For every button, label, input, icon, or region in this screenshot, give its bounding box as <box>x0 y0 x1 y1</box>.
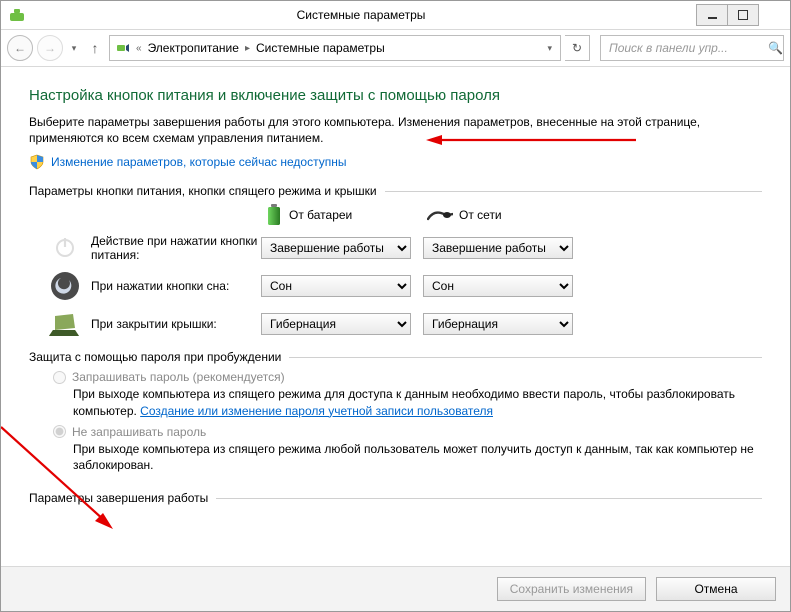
intro-text: Выберите параметры завершения работы для… <box>29 114 762 146</box>
col-ac-label: От сети <box>459 208 502 222</box>
lid-icon <box>49 308 81 340</box>
row-lid: При закрытии крышки: Гибернация Гибернац… <box>29 308 762 340</box>
lid-ac-select[interactable]: Гибернация <box>423 313 573 335</box>
row-label: Действие при нажатии кнопки питания: <box>91 234 261 262</box>
section-title: Защита с помощью пароля при пробуждении <box>29 350 762 364</box>
forward-button[interactable]: → <box>37 35 63 61</box>
plug-icon <box>427 207 453 223</box>
battery-icon <box>265 204 283 226</box>
navbar: ← → ▾ ↑ « Электропитание ▸ Системные пар… <box>1 30 790 67</box>
minimize-button[interactable] <box>696 4 728 26</box>
search-input[interactable] <box>607 40 768 56</box>
radio-request-password: Запрашивать пароль (рекомендуется) При в… <box>29 370 762 418</box>
section-title: Параметры кнопки питания, кнопки спящего… <box>29 184 762 198</box>
uac-shield-icon <box>29 154 45 170</box>
sleep-battery-select[interactable]: Сон <box>261 275 411 297</box>
radio-no-password-input <box>53 425 66 438</box>
chevron-icon: « <box>136 43 142 54</box>
radio-label: Не запрашивать пароль <box>72 425 206 439</box>
search-box[interactable]: 🔍 <box>600 35 784 61</box>
chevron-right-icon: ▸ <box>245 43 250 54</box>
power-button-icon <box>49 232 81 264</box>
page-heading: Настройка кнопок питания и включение защ… <box>29 87 762 104</box>
address-bar[interactable]: « Электропитание ▸ Системные параметры ▾ <box>109 35 561 61</box>
power-options-icon <box>114 40 130 56</box>
columns-header: От батареи От сети <box>29 204 762 226</box>
radio-label: Запрашивать пароль (рекомендуется) <box>72 370 285 384</box>
sleep-ac-select[interactable]: Сон <box>423 275 573 297</box>
radio-desc: При выходе компьютера из спящего режима … <box>53 441 762 473</box>
col-battery-label: От батареи <box>289 208 352 222</box>
section-title: Параметры завершения работы <box>29 491 762 505</box>
radio-no-password: Не запрашивать пароль При выходе компьют… <box>29 425 762 473</box>
lid-battery-select[interactable]: Гибернация <box>261 313 411 335</box>
save-button[interactable]: Сохранить изменения <box>497 577 646 601</box>
history-dropdown[interactable]: ▾ <box>67 36 81 60</box>
row-power-button: Действие при нажатии кнопки питания: Зав… <box>29 232 762 264</box>
power-battery-select[interactable]: Завершение работы <box>261 237 411 259</box>
power-ac-select[interactable]: Завершение работы <box>423 237 573 259</box>
address-dropdown[interactable]: ▾ <box>543 43 556 54</box>
radio-request-password-input <box>53 371 66 384</box>
row-sleep-button: При нажатии кнопки сна: Сон Сон <box>29 270 762 302</box>
back-button[interactable]: ← <box>7 35 33 61</box>
create-password-link[interactable]: Создание или изменение пароля учетной за… <box>140 404 493 418</box>
uac-link[interactable]: Изменение параметров, которые сейчас нед… <box>51 155 347 169</box>
refresh-button[interactable]: ↻ <box>565 35 590 61</box>
app-icon <box>9 7 25 23</box>
window-title: Системные параметры <box>25 8 697 22</box>
up-button[interactable]: ↑ <box>85 38 105 58</box>
row-label: При нажатии кнопки сна: <box>91 279 261 293</box>
cancel-button[interactable]: Отмена <box>656 577 776 601</box>
breadcrumb-item[interactable]: Системные параметры <box>256 41 385 55</box>
maximize-button[interactable] <box>727 4 759 26</box>
radio-desc: При выходе компьютера из спящего режима … <box>53 386 762 418</box>
footer: Сохранить изменения Отмена <box>1 566 790 611</box>
sleep-button-icon <box>49 270 81 302</box>
window: Системные параметры ← → ▾ ↑ « Электропит… <box>0 0 791 612</box>
titlebar: Системные параметры <box>1 1 790 30</box>
breadcrumb-item[interactable]: Электропитание <box>148 41 239 55</box>
search-icon[interactable]: 🔍 <box>768 41 783 55</box>
content: Настройка кнопок питания и включение защ… <box>1 67 790 566</box>
row-label: При закрытии крышки: <box>91 317 261 331</box>
